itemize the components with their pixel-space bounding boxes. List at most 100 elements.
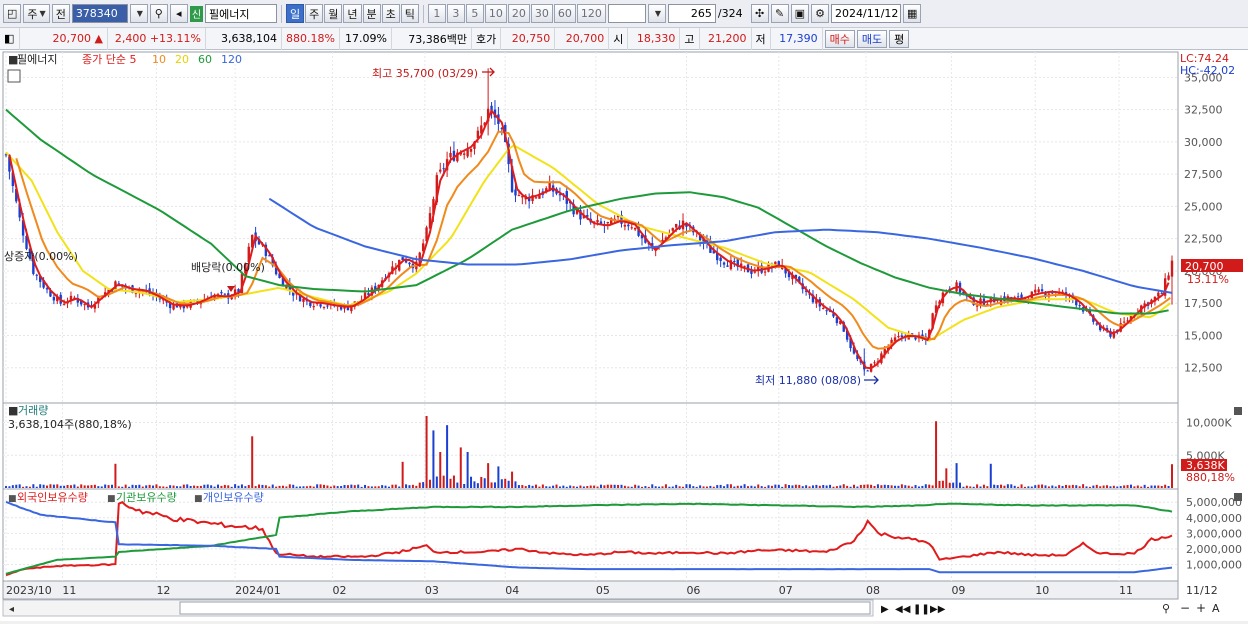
search-icon[interactable]: ⚲: [149, 4, 168, 23]
high-price: 21,200: [700, 27, 752, 50]
zoom-out-icon[interactable]: −: [1180, 601, 1190, 615]
scroll-left-icon[interactable]: ◂: [9, 604, 14, 615]
volume-bar-up: [220, 485, 223, 488]
month-label: 2023/10: [6, 584, 52, 597]
volume-bar-up: [391, 484, 394, 488]
chart-svg[interactable]: ◂ ▶ ◀◀ ❚❚ ▶▶ ⚲ − + A 2023/10 11 12 2024/01 0…: [0, 50, 1248, 621]
period-tab[interactable]: 틱: [400, 4, 419, 23]
chart-icon[interactable]: ◰: [3, 4, 22, 23]
interval-tab[interactable]: 60: [553, 4, 576, 23]
table-icon[interactable]: [7, 69, 21, 83]
tools-icon[interactable]: ✣: [750, 4, 769, 23]
x-axis-right-label: 11/12: [1186, 584, 1218, 597]
volume-bar-up: [1123, 485, 1126, 488]
bid-price-1: 20,750: [501, 27, 556, 50]
chart-area[interactable]: ◂ ▶ ◀◀ ❚❚ ▶▶ ⚲ − + A 2023/10 11 12 2024/01 0…: [0, 50, 1248, 621]
volume-bar-down: [760, 486, 763, 488]
volume-bar-down: [261, 484, 264, 488]
volume-bar-down: [692, 486, 695, 488]
collapse-icon[interactable]: ◧: [0, 27, 20, 50]
date-input[interactable]: 2024/11/12: [831, 4, 901, 23]
code-input[interactable]: 378340: [71, 4, 128, 23]
volume-bar-down: [658, 486, 661, 488]
interval-dropdown-button[interactable]: ▼: [647, 4, 666, 23]
interval-tab[interactable]: 30: [530, 4, 553, 23]
buy-button[interactable]: 매수: [824, 29, 855, 48]
sell-button[interactable]: 매도: [856, 29, 888, 48]
candle-down: [1016, 296, 1020, 298]
prev-button[interactable]: 전: [51, 4, 70, 23]
zoom-icon[interactable]: ⚲: [1162, 602, 1170, 615]
period-tab[interactable]: 주: [305, 4, 324, 23]
interval-custom-input[interactable]: [607, 4, 646, 23]
candle-up: [83, 304, 86, 306]
zoom-in-icon[interactable]: +: [1196, 601, 1206, 615]
volume-bar-down: [979, 486, 982, 488]
scrollbar-thumb[interactable]: [179, 601, 871, 615]
divider: [422, 4, 424, 23]
candle-down: [319, 304, 322, 307]
stock-name-field[interactable]: 필에너지: [205, 4, 278, 23]
legend-bullet: ■: [107, 494, 116, 504]
count-total: /324: [717, 7, 743, 20]
candle-down: [514, 189, 517, 196]
period-tab[interactable]: 년: [343, 4, 362, 23]
volume-bar-down: [671, 486, 674, 488]
volume-bar-down: [962, 486, 965, 488]
rewind-icon[interactable]: ◀◀: [895, 604, 911, 615]
speaker-icon[interactable]: ◂: [169, 4, 188, 23]
chevron-down-icon: ▼: [654, 9, 661, 18]
interval-tab[interactable]: 20: [507, 4, 530, 23]
interval-tab[interactable]: 120: [576, 4, 606, 23]
interval-tab[interactable]: 1: [427, 4, 446, 23]
pause-icon[interactable]: ❚❚: [913, 604, 930, 615]
candle-up: [312, 306, 315, 308]
volume-bar-up: [305, 486, 308, 488]
volume-bar-down: [811, 485, 814, 488]
volume-bar-down: [432, 430, 435, 488]
interval-tab[interactable]: 10: [484, 4, 507, 23]
period-tab[interactable]: 분: [362, 4, 381, 23]
volume-bar-up: [367, 486, 370, 488]
volume-bar-up: [76, 486, 79, 488]
period-tab[interactable]: 일: [286, 4, 305, 23]
up-arrow-icon: ▲: [94, 32, 103, 45]
volume-bar-up: [770, 485, 773, 488]
volume-bar-up: [664, 484, 667, 488]
close-icon[interactable]: [1234, 407, 1242, 415]
candle-up: [462, 153, 466, 155]
interval-tab[interactable]: 5: [465, 4, 484, 23]
period-tab[interactable]: 초: [381, 4, 400, 23]
play-icon[interactable]: ▶: [881, 604, 889, 615]
volume-bar-down: [97, 486, 100, 488]
volume-bar-up: [80, 484, 83, 488]
calendar-icon[interactable]: ▦: [903, 4, 922, 23]
volume-bar-up: [223, 484, 226, 488]
volume-bar-down: [1051, 485, 1054, 488]
volume-bar-up: [1106, 485, 1109, 488]
volume-bar-up: [329, 486, 332, 488]
font-size-icon[interactable]: A: [1212, 602, 1220, 615]
volume-bar-up: [288, 484, 291, 488]
volume-bar-up: [586, 486, 589, 488]
volume-bar-up: [90, 485, 93, 488]
dividend-annotation: 배당락(0.00%): [191, 261, 265, 274]
count-input[interactable]: 265: [667, 4, 716, 23]
interval-tab[interactable]: 3: [446, 4, 465, 23]
period-tab[interactable]: 월: [324, 4, 343, 23]
volume-bar-down: [271, 484, 274, 488]
close-icon[interactable]: [1234, 493, 1242, 501]
volume-bar-up: [254, 486, 257, 488]
volume-bar-up: [702, 486, 705, 488]
draw-icon[interactable]: ✎: [770, 4, 789, 23]
type-select[interactable]: 주 ▼: [23, 4, 50, 23]
save-icon[interactable]: ▣: [790, 4, 809, 23]
volume-bar-up: [1065, 484, 1067, 488]
eval-button[interactable]: 평: [889, 29, 910, 48]
code-dropdown-button[interactable]: ▼: [129, 4, 148, 23]
volume-bar-up: [309, 485, 312, 488]
forward-icon[interactable]: ▶▶: [930, 604, 946, 615]
volume-bar-up: [859, 484, 862, 488]
volume-bar-down: [340, 486, 343, 488]
gear-icon[interactable]: ⚙: [811, 4, 829, 23]
